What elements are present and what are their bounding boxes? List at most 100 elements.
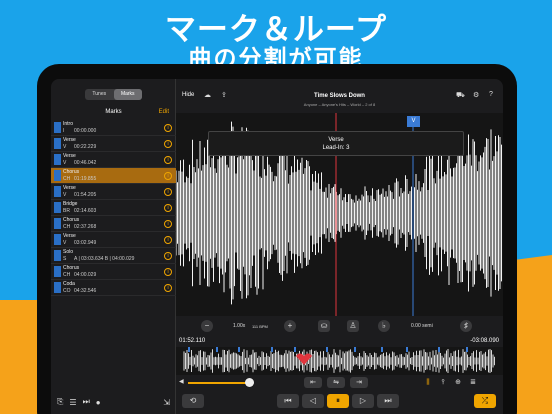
mark-time: 01:19.855 [74, 176, 97, 182]
mark-time: 04:00.029 [74, 272, 97, 278]
popup-title: Verse [328, 137, 344, 143]
help-icon[interactable]: ? [489, 91, 493, 98]
mark-time: 03:02.949 [74, 240, 97, 246]
pitch-flat-button[interactable]: ♭ [378, 320, 390, 332]
overview-mark-tick [381, 347, 383, 352]
mixer-icon[interactable]: ⫯ [437, 377, 449, 388]
info-icon[interactable]: i [164, 284, 172, 292]
info-icon[interactable]: i [164, 204, 172, 212]
tab-marks[interactable]: Marks [113, 89, 142, 100]
overview-mark-tick [326, 347, 328, 352]
mark-type-icon [54, 250, 61, 261]
loop-forward-button[interactable]: ⇥ [350, 377, 368, 388]
mark-name: Verse [63, 153, 76, 159]
mark-row[interactable]: Verse V 01:54.205 i [51, 184, 176, 200]
info-icon[interactable]: i [164, 220, 172, 228]
loop-back-button[interactable]: ⇤ [304, 377, 322, 388]
crosshair-icon[interactable]: ⊕ [452, 377, 464, 388]
pitch-sharp-button[interactable]: ♯ [460, 320, 472, 332]
mark-time: 00:46.042 [74, 160, 97, 166]
gear-icon[interactable]: ⚙ [473, 91, 479, 99]
overview-mark-tick [271, 347, 273, 352]
overview-mark-tick [188, 347, 190, 352]
mark-time-line: CH 01:19.855 [63, 176, 96, 182]
mark-type-icon [54, 186, 61, 197]
speed-plus-button[interactable]: + [284, 320, 296, 332]
mark-abbr: V [63, 144, 67, 150]
pitch-value: 0.00 semi [411, 323, 433, 329]
volume-knob[interactable] [244, 378, 254, 387]
record-icon[interactable]: ● [96, 398, 101, 407]
mark-type-icon [54, 138, 61, 149]
mark-row[interactable]: Chorus CH 02:37.268 i [51, 216, 176, 232]
tab-tunes[interactable]: Tunes [85, 89, 114, 100]
sidebar: Tunes Marks Marks Edit Intro I 00:00.000 i V… [51, 79, 176, 414]
export-icon[interactable]: ⇲ [163, 398, 170, 407]
marks-list: Intro I 00:00.000 i Verse V 00:22.229 i Verse V 00… [51, 120, 176, 296]
info-icon[interactable]: i [164, 172, 172, 180]
mark-row[interactable]: Verse V 00:22.229 i [51, 136, 176, 152]
metronome-icon[interactable]: ♙ [347, 320, 359, 332]
volume-fill [188, 382, 249, 384]
info-icon[interactable]: i [164, 236, 172, 244]
pause-button[interactable]: ⏸ [327, 394, 349, 408]
mark-time-line: I 00:00.000 [63, 128, 96, 134]
volume-slider[interactable] [188, 378, 254, 387]
mark-name: Coda [63, 281, 75, 287]
popup-detail: Lead-In: 3 [322, 145, 350, 151]
mark-row[interactable]: Intro I 00:00.000 i [51, 120, 176, 136]
mark-type-icon [54, 266, 61, 277]
overview-waveform[interactable] [176, 347, 503, 375]
mark-row[interactable]: Verse V 03:02.949 i [51, 232, 176, 248]
overview-mark-tick [438, 347, 440, 352]
mark-abbr: S [63, 256, 67, 262]
skip-end-button[interactable]: ⏭ [377, 394, 399, 408]
skip-icon[interactable]: ⏭ [83, 397, 90, 407]
mark-time-line: CH 02:37.268 [63, 224, 96, 230]
mark-abbr: CH [63, 224, 71, 230]
info-icon[interactable]: i [164, 188, 172, 196]
mark-row[interactable]: Solo S A | 03:03.634 B | 04:00.029 i [51, 248, 176, 264]
info-icon[interactable]: i [164, 252, 172, 260]
edit-button[interactable]: Edit [159, 106, 169, 118]
mark-abbr: CO [63, 288, 71, 294]
mark-row[interactable]: Coda CO 04:32.546 i [51, 280, 176, 296]
mark-name: Chorus [63, 265, 80, 271]
mark-abbr: V [63, 160, 67, 166]
info-icon[interactable]: i [164, 140, 172, 148]
overview-mark-tick [294, 347, 296, 352]
repeat-button[interactable]: ⟲ [182, 394, 204, 408]
mark-row[interactable]: Chorus CH 01:19.855 i [51, 168, 176, 184]
info-icon[interactable]: i [164, 156, 172, 164]
info-icon[interactable]: i [164, 268, 172, 276]
lock-icon[interactable]: ⛀ [318, 320, 330, 332]
mark-name: Chorus [63, 169, 80, 175]
mark-row[interactable]: Bridge BR 02:14.603 i [51, 200, 176, 216]
speed-value: 1.00x [233, 323, 246, 329]
marks-header: Marks [105, 109, 122, 115]
rewind-start-button[interactable]: ⏮ [277, 394, 299, 408]
mark-name: Solo [63, 249, 74, 255]
mark-row[interactable]: Chorus CH 04:00.029 i [51, 264, 176, 280]
cart-icon[interactable]: ⛟ [456, 91, 465, 100]
mark-time-line: BR 02:14.603 [63, 208, 96, 214]
bookmark-icon[interactable]: ⎘ [57, 397, 63, 407]
mark-time-line: CH 04:00.029 [63, 272, 96, 278]
speed-minus-button[interactable]: − [201, 320, 213, 332]
mark-time: 02:14.603 [74, 208, 97, 214]
app-screen: Tunes Marks Marks Edit Intro I 00:00.000 i V… [51, 79, 503, 414]
mark-row[interactable]: Verse V 00:46.042 i [51, 152, 176, 168]
shuffle-button[interactable]: ⤮ [474, 394, 496, 408]
previous-button[interactable]: ◁ [302, 394, 324, 408]
eq-icon[interactable]: ⫼ [422, 377, 434, 388]
mark-name: Chorus [63, 217, 80, 223]
waveform-view[interactable]: Verse Lead-In: 3 V [176, 113, 503, 316]
list-icon[interactable]: ≣ [467, 377, 479, 388]
next-button[interactable]: ▷ [352, 394, 374, 408]
info-icon[interactable]: i [164, 124, 172, 132]
mark-time: 00:00.000 [74, 128, 97, 134]
mark-flag[interactable]: V [407, 116, 420, 127]
transport-bar: ⟲ ⏮ ◁ ⏸ ▷ ⏭ ⤮ [176, 390, 503, 414]
playlist-icon[interactable]: ☰ [69, 398, 76, 407]
loop-set-button[interactable]: ⇋ [327, 377, 345, 388]
